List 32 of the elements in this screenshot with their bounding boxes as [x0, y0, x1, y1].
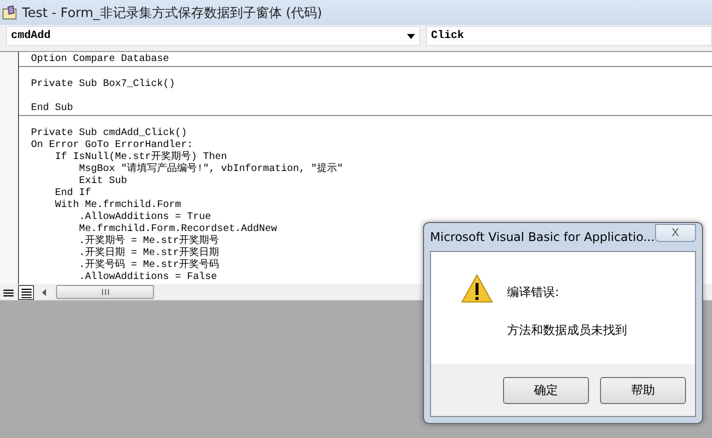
ok-button[interactable]: 确定 — [503, 376, 589, 404]
code-line: Exit Sub — [78, 176, 128, 188]
full-module-view-icon — [20, 286, 32, 298]
error-heading: 编译错误: — [507, 284, 560, 301]
code-line: MsgBox "请填写产品编号!", vbInformation, "提示" — [78, 164, 344, 176]
code-line: End If — [54, 188, 92, 200]
close-button[interactable]: X — [654, 224, 696, 242]
code-line: .开奖期号 = Me.str开奖期号 — [78, 236, 220, 247]
code-line: .开奖日期 = Me.str开奖日期 — [78, 248, 220, 259]
code-line: If IsNull(Me.str开奖期号) Then — [54, 152, 228, 163]
code-line: .开奖号码 = Me.str开奖号码 — [78, 260, 220, 272]
scrollbar-thumb[interactable] — [56, 285, 154, 299]
object-dropdown[interactable]: cmdAdd — [6, 26, 420, 46]
scroll-left-icon[interactable] — [42, 288, 46, 296]
help-button[interactable]: 帮助 — [600, 376, 686, 404]
code-line: .AllowAdditions = False — [78, 272, 218, 284]
code-line: .AllowAdditions = True — [78, 212, 212, 224]
code-line: Private Sub cmdAdd_Click() — [31, 128, 188, 140]
error-message: 方法和数据成员未找到 — [507, 322, 627, 339]
dialog-title: Microsoft Visual Basic for Applicatio... — [430, 230, 655, 244]
code-line: With Me.frmchild.Form — [54, 200, 182, 212]
dropdown-caret-icon — [407, 34, 415, 38]
form-code-icon — [2, 4, 18, 20]
procedure-dropdown[interactable]: Click — [426, 26, 712, 46]
warning-icon — [461, 274, 493, 304]
code-line: Option Compare Database — [31, 54, 170, 66]
code-line: Me.frmchild.Form.Recordset.AddNew — [78, 224, 278, 235]
code-line: Private Sub Box7_Click() — [31, 79, 176, 91]
code-line: On Error GoTo ErrorHandler: — [31, 140, 194, 151]
code-line: End Sub — [31, 103, 74, 115]
window-title: Test - Form_非记录集方式保存数据到子窗体 (代码) — [22, 4, 322, 22]
full-module-view-button[interactable] — [18, 284, 34, 300]
